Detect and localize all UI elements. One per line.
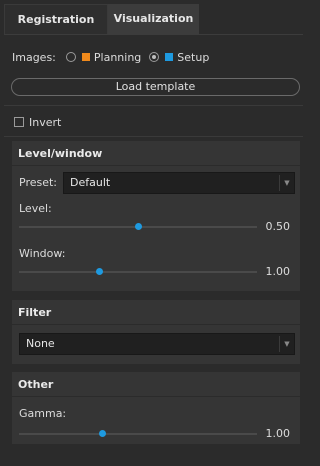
tab-registration[interactable]: Registration xyxy=(4,4,108,35)
setup-label: Setup xyxy=(177,50,210,64)
preset-value: Default xyxy=(70,176,111,189)
image-option-setup[interactable]: Setup xyxy=(149,51,209,64)
setup-color-swatch xyxy=(165,53,174,61)
tab-visualization[interactable]: Visualization xyxy=(108,4,199,35)
gamma-slider-track[interactable] xyxy=(19,433,257,435)
other-panel: Other Gamma: 1.00 xyxy=(12,372,300,444)
level-label: Level: xyxy=(19,202,52,215)
level-slider-handle[interactable] xyxy=(134,223,142,230)
window-value: 1.00 xyxy=(265,265,291,278)
other-title: Other xyxy=(18,378,54,391)
tab-divider xyxy=(4,34,303,35)
gamma-label: Gamma: xyxy=(19,407,67,420)
images-selector: Images: Planning Setup xyxy=(12,49,217,65)
divider xyxy=(4,136,303,137)
filter-value: None xyxy=(26,337,55,350)
filter-select[interactable]: None ▼ xyxy=(19,333,295,355)
preset-select[interactable]: Default ▼ xyxy=(63,172,295,194)
invert-option[interactable]: Invert xyxy=(14,115,61,129)
level-window-panel: Level/window Preset: Default ▼ Level: 0.… xyxy=(12,141,300,291)
setup-radio[interactable] xyxy=(149,52,160,62)
invert-checkbox[interactable] xyxy=(14,117,24,127)
preset-label: Preset: xyxy=(19,176,58,189)
filter-panel: Filter None ▼ xyxy=(12,300,300,364)
gamma-slider-handle[interactable] xyxy=(98,430,106,437)
level-window-title: Level/window xyxy=(18,147,103,160)
planning-label: Planning xyxy=(93,50,142,64)
chevron-down-icon: ▼ xyxy=(279,336,294,352)
invert-label: Invert xyxy=(29,115,62,129)
tab-bar: Registration Visualization xyxy=(4,4,199,35)
planning-color-swatch xyxy=(81,53,90,61)
planning-radio[interactable] xyxy=(65,52,76,62)
load-template-button[interactable]: Load template xyxy=(11,78,300,96)
level-value: 0.50 xyxy=(265,220,291,233)
images-label: Images: xyxy=(12,50,56,64)
window-slider-handle[interactable] xyxy=(96,268,104,275)
panel-title-divider xyxy=(12,165,300,166)
image-option-planning[interactable]: Planning xyxy=(65,50,142,64)
chevron-down-icon: ▼ xyxy=(279,175,294,191)
filter-title: Filter xyxy=(18,306,52,319)
panel-title-divider xyxy=(12,396,300,397)
gamma-value: 1.00 xyxy=(265,427,291,440)
panel-title-divider xyxy=(12,324,300,325)
window-slider-track[interactable] xyxy=(19,271,257,273)
divider xyxy=(4,105,303,106)
window-label: Window: xyxy=(19,247,66,260)
